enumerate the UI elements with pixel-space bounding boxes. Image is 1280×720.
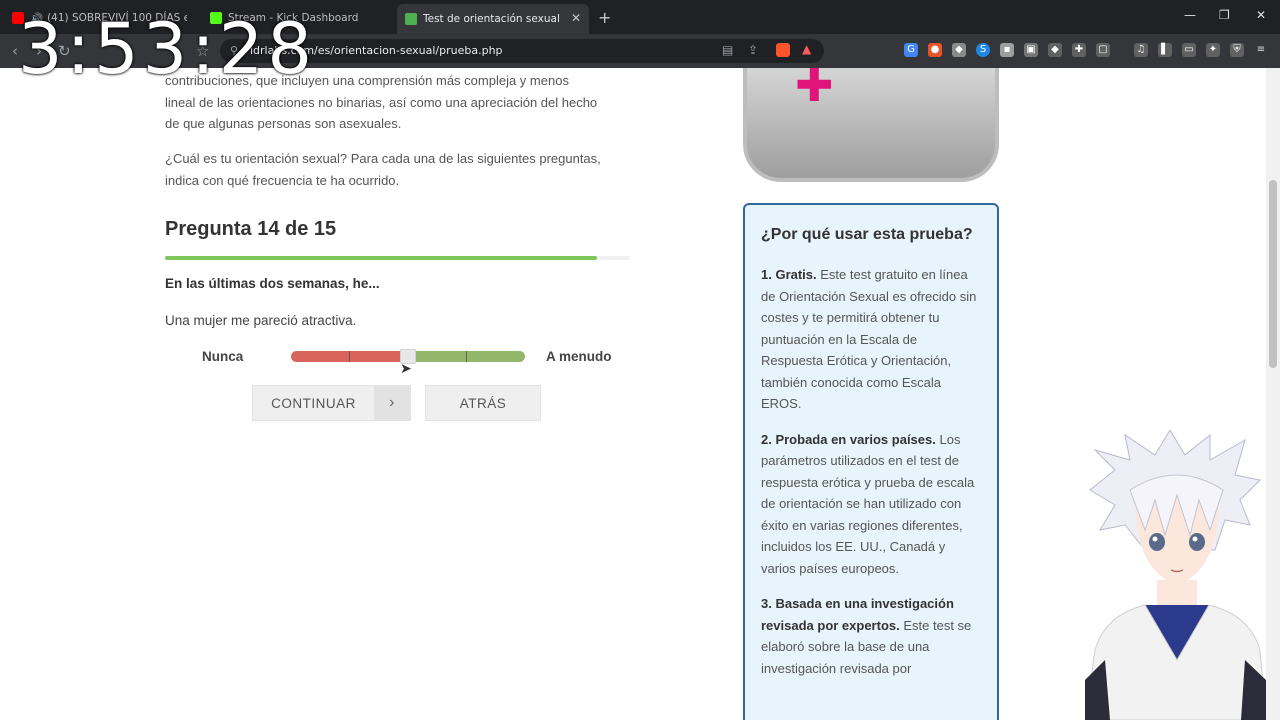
slider-tick: [349, 351, 350, 362]
back-label: ATRÁS: [459, 395, 507, 411]
scrollbar-thumb[interactable]: [1269, 180, 1277, 368]
extension-box-icon[interactable]: ▢: [1096, 43, 1110, 57]
question-title: Pregunta 14 de 15: [165, 218, 337, 240]
reader-icon[interactable]: ▤: [722, 43, 733, 57]
back-button[interactable]: ATRÁS: [425, 385, 541, 421]
tab-label: Test de orientación sexual: [423, 13, 560, 25]
intro-line: de que algunas personas son asexuales.: [165, 116, 402, 131]
extension-blue-icon[interactable]: S: [976, 43, 990, 57]
why-item: 1. Gratis. Este test gratuito en línea d…: [761, 264, 981, 415]
progress-fill: [165, 256, 598, 260]
streamer-avatar: [1085, 430, 1266, 720]
why-item-text: Los parámetros utilizados en el test de …: [761, 431, 975, 576]
brave-shield-icon[interactable]: [776, 43, 790, 57]
chevron-right-icon: ›: [374, 386, 410, 420]
prompt-line: indica con qué frecuencia te ha ocurrido…: [165, 172, 400, 188]
vpn-icon[interactable]: ⛨: [1230, 43, 1244, 57]
prompt-line: ¿Cuál es tu orientación sexual? Para cad…: [165, 151, 601, 166]
new-tab-button[interactable]: +: [598, 8, 611, 27]
stream-timer: 3:53:28: [18, 8, 316, 90]
cross-icon: ✚: [795, 68, 834, 112]
minimize-icon[interactable]: —: [1184, 8, 1196, 22]
close-window-icon[interactable]: ✕: [1256, 8, 1266, 22]
why-item-heading: 2. Probada en varios países.: [761, 431, 936, 447]
continue-button[interactable]: CONTINUAR ›: [252, 385, 411, 421]
question-text: Una mujer me pareció atractiva.: [165, 313, 357, 328]
continue-label: CONTINUAR: [271, 395, 356, 411]
media-icon[interactable]: ♫: [1134, 43, 1148, 57]
intro-line: lineal de las orientaciones no binarias,…: [165, 94, 598, 110]
extension-shield-icon[interactable]: ◆: [952, 43, 966, 57]
wallet-icon[interactable]: ▭: [1182, 43, 1196, 57]
extension-fire-icon[interactable]: ●: [928, 43, 942, 57]
why-item: 2. Probada en varios países. Los parámet…: [761, 429, 981, 580]
tab-orientation-test[interactable]: Test de orientación sexual ✕: [397, 4, 589, 34]
menu-icon[interactable]: ≡: [1254, 43, 1268, 57]
page-scrollbar[interactable]: [1266, 68, 1280, 720]
why-title: ¿Por qué usar esta prueba?: [761, 226, 973, 243]
page-content: contribuciones, que incluyen una compren…: [0, 68, 1266, 720]
scale-min-label: Nunca: [202, 349, 244, 364]
leo-ai-icon[interactable]: ✦: [1206, 43, 1220, 57]
why-item-text: Este test gratuito en línea de Orientaci…: [761, 267, 977, 411]
why-item: 3. Basada en una investigación revisada …: [761, 593, 981, 679]
translate-icon[interactable]: G: [904, 43, 918, 57]
mouse-cursor-icon: ➤: [400, 361, 412, 377]
idrlabs-icon: [405, 13, 417, 25]
first-aid-kit-image: ✚: [743, 68, 999, 182]
why-use-box: ¿Por qué usar esta prueba? 1. Gratis. Es…: [743, 203, 999, 720]
close-tab-icon[interactable]: ✕: [571, 11, 581, 25]
extension-image-icon[interactable]: ▣: [1024, 43, 1038, 57]
sidebar-icon[interactable]: ▌: [1158, 43, 1172, 57]
restore-icon[interactable]: ❐: [1219, 8, 1230, 22]
scale-max-label: A menudo: [546, 349, 612, 364]
slider-tick: [466, 351, 467, 362]
extension-doc-icon[interactable]: ▪: [1000, 43, 1014, 57]
question-subtitle: En las últimas dos semanas, he...: [165, 276, 380, 291]
question-prompt: ¿Cuál es tu orientación sexual? Para cad…: [165, 148, 635, 191]
progress-bar: [165, 256, 630, 260]
share-icon[interactable]: ⇪: [748, 43, 758, 57]
extension-diamond-icon[interactable]: ◆: [1048, 43, 1062, 57]
brave-rewards-icon[interactable]: ▲: [802, 42, 811, 56]
why-item-heading: 1. Gratis.: [761, 267, 817, 282]
extensions-puzzle-icon[interactable]: ✚: [1072, 43, 1086, 57]
